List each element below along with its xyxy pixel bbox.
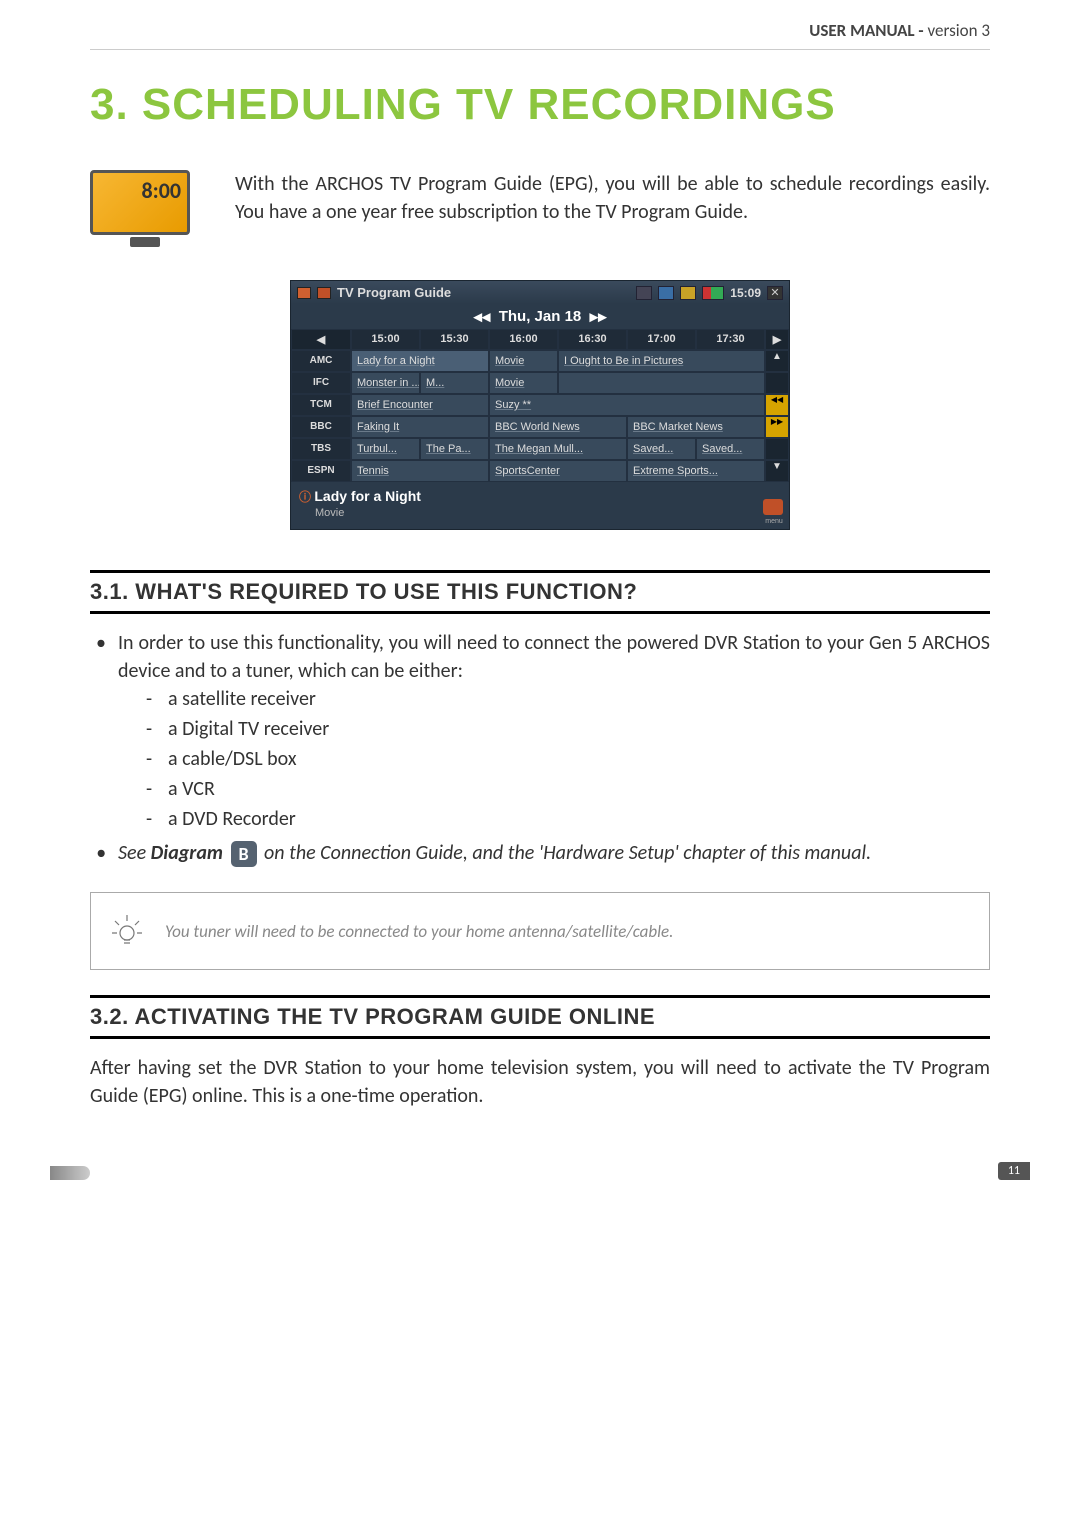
epg-side-nav-icon: ◀◀	[765, 394, 789, 416]
epg-date-row: ◀◀ Thu, Jan 18 ▶▶	[291, 304, 789, 329]
epg-channel: TBS	[291, 438, 351, 460]
epg-channel: BBC	[291, 416, 351, 438]
header-version: version 3	[927, 20, 990, 41]
epg-program-cell: Saved...	[627, 438, 696, 460]
diagram-word: Diagram	[151, 841, 223, 865]
epg-side-nav-icon: ▼	[765, 460, 789, 482]
tv-icon	[317, 287, 331, 299]
epg-channel: IFC	[291, 372, 351, 394]
epg-channel: AMC	[291, 350, 351, 372]
epg-side-nav-icon: ▶▶	[765, 416, 789, 438]
epg-time-header: 17:00	[627, 329, 696, 350]
intro-paragraph: With the ARCHOS TV Program Guide (EPG), …	[235, 170, 990, 226]
prev-day-icon: ◀◀	[473, 312, 490, 324]
epg-title: TV Program Guide	[337, 285, 630, 300]
battery-icon	[702, 286, 724, 300]
epg-program-cell: Turbul...	[351, 438, 420, 460]
tuner-option: a satellite receiver	[168, 685, 990, 713]
epg-program-cell: The Megan Mull...	[489, 438, 627, 460]
epg-program-cell: The Pa...	[420, 438, 489, 460]
speaker-icon	[680, 286, 696, 300]
header-label: USER MANUAL -	[809, 20, 927, 41]
lightbulb-icon	[107, 911, 147, 951]
page-header: USER MANUAL - version 3	[90, 20, 990, 50]
epg-time-header: 15:30	[420, 329, 489, 350]
menu-label: menu	[763, 518, 785, 525]
epg-time-header: 17:30	[696, 329, 765, 350]
epg-program-cell: BBC Market News	[627, 416, 765, 438]
page-number: 11	[998, 1162, 1030, 1180]
epg-side-nav-icon	[765, 438, 789, 460]
epg-channel: TCM	[291, 394, 351, 416]
diagram-b-badge: B	[231, 841, 257, 867]
epg-program-cell	[558, 372, 765, 394]
subsection-3-1-header: 3.1. What's required to use this functio…	[90, 570, 990, 614]
epg-channel: ESPN	[291, 460, 351, 482]
info-icon: ⓘ	[299, 490, 311, 504]
activation-paragraph: After having set the DVR Station to your…	[90, 1054, 990, 1110]
epg-titlebar: TV Program Guide 15:09 ✕	[291, 281, 789, 304]
epg-selected-title: Lady for a Night	[314, 488, 421, 504]
epg-clock: 15:09	[730, 286, 761, 300]
zoom-icon	[763, 499, 783, 515]
epg-program-cell: Faking It	[351, 416, 489, 438]
epg-program-cell: Movie	[489, 372, 558, 394]
grid-icon	[636, 286, 652, 300]
requirement-intro: In order to use this functionality, you …	[118, 629, 990, 833]
tv-icon-time: 8:00	[141, 177, 181, 204]
epg-program-cell: BBC World News	[489, 416, 627, 438]
epg-screenshot: TV Program Guide 15:09 ✕ ◀◀ Thu, Jan 18 …	[290, 280, 790, 530]
epg-program-cell: Brief Encounter	[351, 394, 489, 416]
tuner-option: a Digital TV receiver	[168, 715, 990, 743]
epg-program-cell: M...	[420, 372, 489, 394]
epg-time-header: 16:30	[558, 329, 627, 350]
tuner-option: a cable/DSL box	[168, 745, 990, 773]
epg-time-header: 15:00	[351, 329, 420, 350]
epg-program-cell: Suzy **	[489, 394, 765, 416]
epg-program-cell: SportsCenter	[489, 460, 627, 482]
epg-side-nav-icon: ▲	[765, 350, 789, 372]
epg-program-cell: Movie	[489, 350, 558, 372]
subsection-3-2-title: 3.2. Activating the TV Program Guide onl…	[90, 1004, 990, 1030]
epg-time-header: 16:00	[489, 329, 558, 350]
tuner-option: a VCR	[168, 775, 990, 803]
epg-selected-subtitle: Movie	[315, 507, 344, 519]
footer-decoration-icon	[50, 1166, 90, 1180]
epg-program-cell: Monster in ...	[351, 372, 420, 394]
subsection-3-2-header: 3.2. Activating the TV Program Guide onl…	[90, 995, 990, 1039]
tv-clock-icon: 8:00	[90, 170, 200, 250]
epg-detail: ⓘ Lady for a Night Movie	[291, 482, 759, 529]
epg-program-cell: Extreme Sports...	[627, 460, 765, 482]
epg-side-nav-icon	[765, 372, 789, 394]
epg-program-cell: Tennis	[351, 460, 489, 482]
epg-date: Thu, Jan 18	[499, 308, 582, 325]
epg-program-cell: Saved...	[696, 438, 765, 460]
home-icon	[297, 287, 311, 299]
tip-text: You tuner will need to be connected to y…	[165, 921, 673, 942]
wifi-icon	[658, 286, 674, 300]
tuner-option: a DVD Recorder	[168, 805, 990, 833]
epg-program-cell: Lady for a Night	[351, 350, 489, 372]
subsection-3-1-title: 3.1. What's required to use this functio…	[90, 579, 990, 605]
tip-box: You tuner will need to be connected to y…	[90, 892, 990, 970]
epg-program-cell: I Ought to Be in Pictures	[558, 350, 765, 372]
section-title: 3. Scheduling TV recordings	[90, 80, 990, 130]
see-diagram-note: See Diagram B on the Connection Guide, a…	[118, 839, 990, 867]
close-icon: ✕	[767, 286, 783, 300]
next-day-icon: ▶▶	[590, 312, 607, 324]
